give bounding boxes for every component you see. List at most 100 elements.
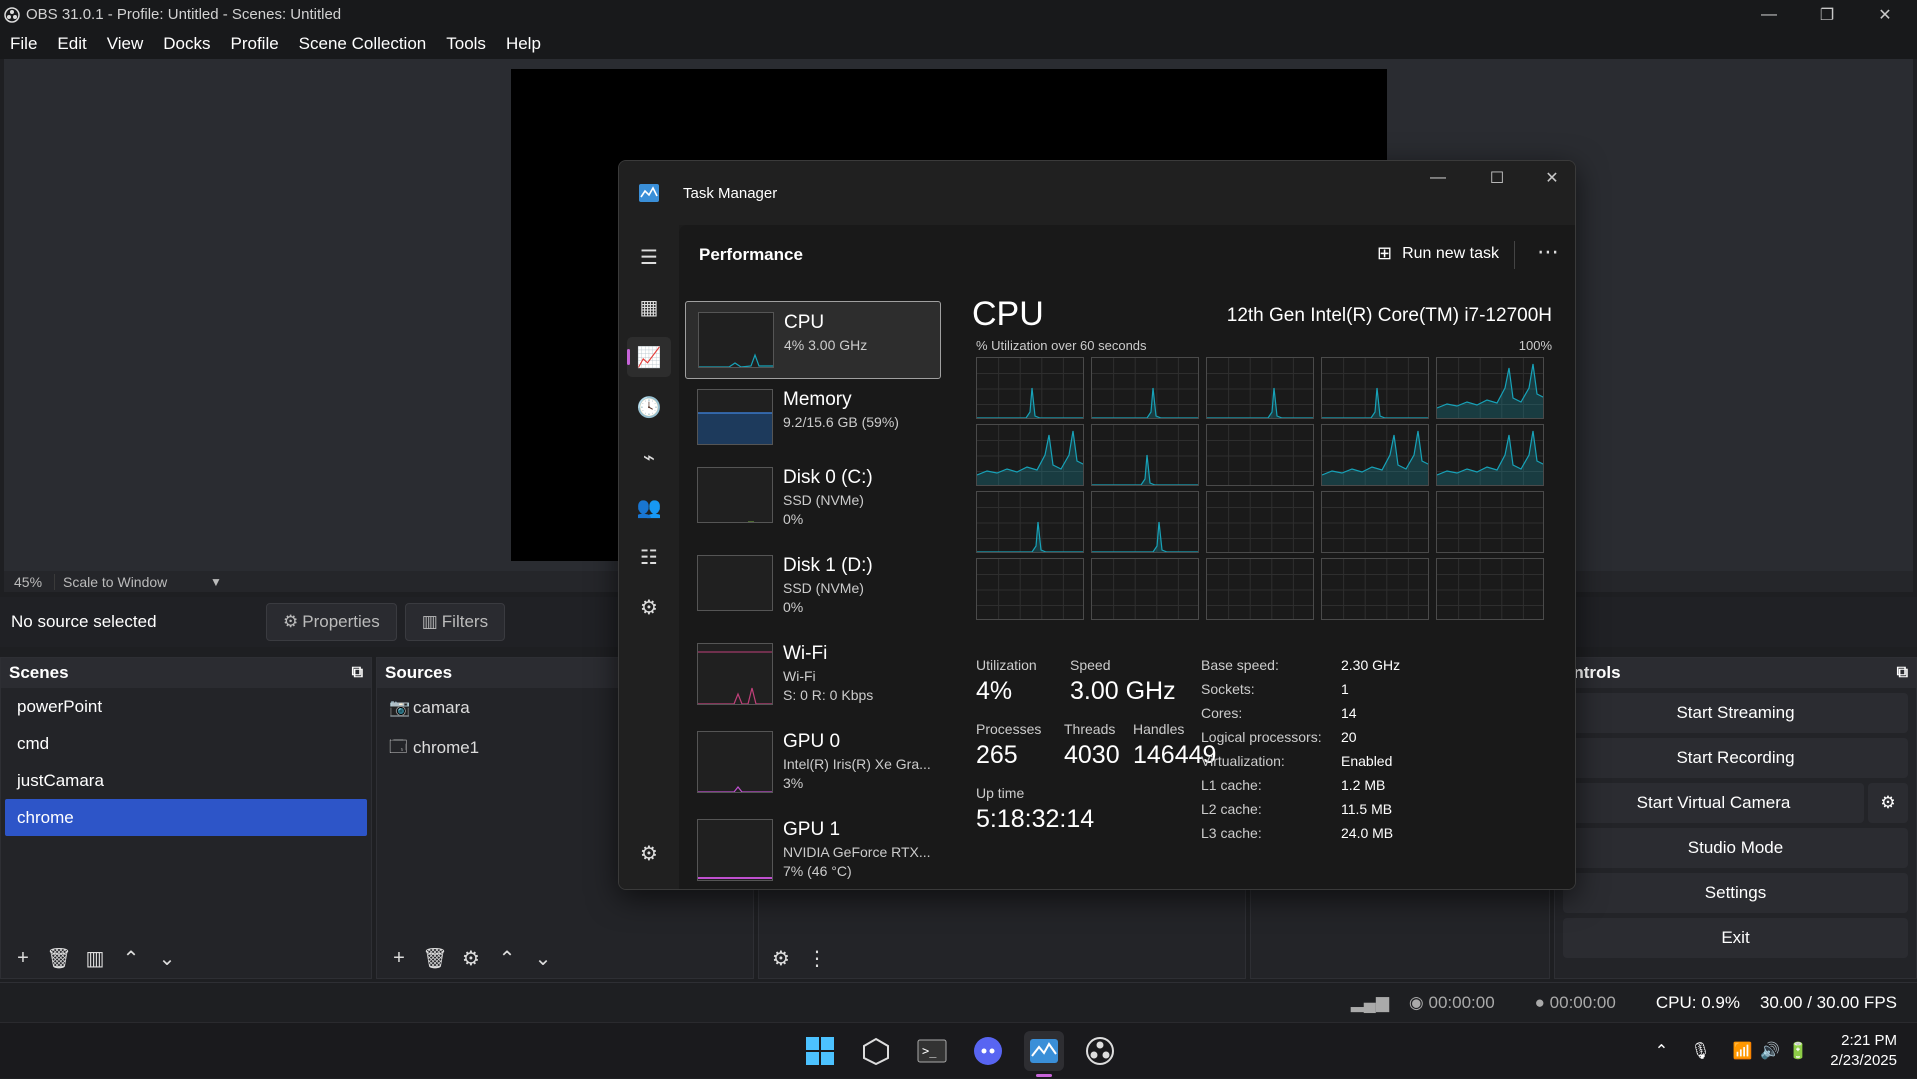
- start-icon[interactable]: [800, 1031, 840, 1071]
- menu-tools[interactable]: Tools: [446, 34, 486, 54]
- terminal-icon[interactable]: >_: [912, 1031, 952, 1071]
- obs-icon[interactable]: [1080, 1031, 1120, 1071]
- settings-gear-icon[interactable]: ⚙: [627, 833, 671, 873]
- minimize-button[interactable]: —: [1740, 0, 1798, 29]
- logical-processor-graph: [1436, 491, 1544, 553]
- logical-processor-graph: [1206, 558, 1314, 620]
- exit-button[interactable]: Exit: [1563, 918, 1908, 958]
- logical-processor-graph: [1436, 558, 1544, 620]
- spec-value: 20: [1341, 729, 1357, 745]
- properties-button[interactable]: ⚙ Properties: [266, 603, 397, 641]
- resource-gpu-0[interactable]: GPU 0 Intel(R) Iris(R) Xe Gra... 3%: [685, 721, 941, 809]
- discord-icon[interactable]: [968, 1031, 1008, 1071]
- resource-gpu-1[interactable]: GPU 1 NVIDIA GeForce RTX... 7% (46 °C): [685, 809, 941, 889]
- start-streaming-button[interactable]: Start Streaming: [1563, 693, 1908, 733]
- task-manager-icon[interactable]: [1024, 1031, 1064, 1077]
- app-history-icon[interactable]: 🕓: [627, 387, 671, 427]
- move-up-icon[interactable]: ⌃: [115, 942, 147, 974]
- resource-cpu[interactable]: CPU 4% 3.00 GHz: [685, 301, 941, 379]
- menu-scene-collection[interactable]: Scene Collection: [299, 34, 427, 54]
- add-icon[interactable]: +: [7, 942, 39, 974]
- app-icon[interactable]: [856, 1031, 896, 1071]
- virtual-camera-row: Start Virtual Camera ⚙: [1555, 778, 1916, 823]
- gear-icon[interactable]: ⚙: [455, 942, 487, 974]
- close-button[interactable]: ✕: [1856, 0, 1914, 29]
- details-icon[interactable]: ☷: [627, 537, 671, 577]
- hamburger-icon[interactable]: ☰: [627, 237, 671, 277]
- volume-icon[interactable]: 🔊: [1760, 1041, 1780, 1061]
- chevron-down-icon[interactable]: ▼: [210, 575, 222, 589]
- filters-button[interactable]: ▥ Filters: [404, 603, 506, 641]
- mixer-toolbar: ⚙ ⋮: [759, 938, 1245, 978]
- trash-icon[interactable]: 🗑: [43, 942, 75, 974]
- more-options-icon[interactable]: ⋯: [1537, 239, 1559, 265]
- services-icon[interactable]: ⚙: [627, 587, 671, 627]
- undock-icon[interactable]: ⧉: [352, 664, 363, 682]
- handles-label: Handles: [1133, 721, 1185, 737]
- run-new-task-button[interactable]: ⊞ Run new task: [1377, 243, 1499, 264]
- tm-minimize-button[interactable]: —: [1409, 161, 1467, 195]
- advanced-audio-icon[interactable]: ⚙: [765, 942, 797, 974]
- menu-edit[interactable]: Edit: [57, 34, 86, 54]
- menu-view[interactable]: View: [107, 34, 144, 54]
- restore-button[interactable]: ❐: [1798, 0, 1856, 29]
- cpu-model: 12th Gen Intel(R) Core(TM) i7-12700H: [1226, 305, 1552, 326]
- menu-help[interactable]: Help: [506, 34, 541, 54]
- scene-item[interactable]: justCamara: [5, 762, 367, 799]
- move-down-icon[interactable]: ⌄: [527, 942, 559, 974]
- fps-readout: 30.00 / 30.00 FPS: [1759, 992, 1897, 1012]
- logical-processor-graph: [1206, 491, 1314, 553]
- menu-profile[interactable]: Profile: [230, 34, 278, 54]
- wifi-icon[interactable]: 📶: [1733, 1041, 1753, 1061]
- obs-titlebar: OBS 31.0.1 - Profile: Untitled - Scenes:…: [0, 0, 1917, 29]
- scene-item[interactable]: cmd: [5, 725, 367, 762]
- move-down-icon[interactable]: ⌄: [151, 942, 183, 974]
- obs-logo-icon: [4, 6, 20, 23]
- stream-status: ◉ 00:00:00: [1408, 992, 1495, 1012]
- startup-apps-icon[interactable]: ⌁: [627, 437, 671, 477]
- scenes-list: powerPoint cmd justCamara chrome: [1, 688, 371, 938]
- tm-maximize-button[interactable]: ☐: [1468, 161, 1526, 195]
- scenes-toolbar: + 🗑 ▥ ⌃ ⌄: [1, 938, 371, 978]
- spec-label: Sockets:: [1201, 681, 1255, 697]
- scene-item[interactable]: powerPoint: [5, 688, 367, 725]
- system-tray: ⌃ 🎙 📶 🔊 🔋 2:21 PM 2/23/2025: [1655, 1023, 1917, 1079]
- spec-value: 1: [1341, 681, 1349, 697]
- undock-icon[interactable]: ⧉: [1897, 664, 1908, 682]
- clock[interactable]: 2:21 PM 2/23/2025: [1830, 1031, 1897, 1071]
- task-manager-title: Task Manager: [683, 184, 778, 202]
- resource-disk-1[interactable]: Disk 1 (D:) SSD (NVMe) 0%: [685, 545, 941, 633]
- resource-disk-0[interactable]: Disk 0 (C:) SSD (NVMe) 0%: [685, 457, 941, 545]
- chevron-up-icon[interactable]: ⌃: [1655, 1041, 1668, 1061]
- menu-file[interactable]: File: [10, 34, 37, 54]
- performance-icon[interactable]: 📈: [627, 337, 671, 377]
- trash-icon[interactable]: 🗑: [419, 942, 451, 974]
- filter-icon[interactable]: ▥: [79, 942, 111, 974]
- menu-docks[interactable]: Docks: [163, 34, 210, 54]
- menu-dots-icon[interactable]: ⋮: [801, 942, 833, 974]
- start-recording-button[interactable]: Start Recording: [1563, 738, 1908, 778]
- processes-icon[interactable]: ▦: [627, 287, 671, 327]
- processes-label: Processes: [976, 721, 1042, 737]
- scene-item-selected[interactable]: chrome: [5, 799, 367, 836]
- battery-icon[interactable]: 🔋: [1788, 1041, 1808, 1061]
- studio-mode-button[interactable]: Studio Mode: [1563, 828, 1908, 868]
- resource-wifi[interactable]: Wi-Fi Wi-Fi S: 0 R: 0 Kbps: [685, 633, 941, 721]
- source-status: No source selected: [11, 612, 157, 631]
- resource-memory[interactable]: Memory 9.2/15.6 GB (59%): [685, 379, 941, 457]
- scenes-dock: Scenes ⧉ powerPoint cmd justCamara chrom…: [0, 657, 372, 979]
- cpu-usage: CPU: 0.9%: [1655, 992, 1740, 1012]
- microphone-icon[interactable]: 🎙: [1690, 1041, 1710, 1061]
- add-icon[interactable]: +: [383, 942, 415, 974]
- gear-icon[interactable]: ⚙: [1868, 783, 1908, 823]
- move-up-icon[interactable]: ⌃: [491, 942, 523, 974]
- settings-button[interactable]: Settings: [1563, 873, 1908, 913]
- task-manager-sidebar: ☰ ▦ 📈 🕓 ⌁ 👥 ☷ ⚙ ⚙: [619, 225, 679, 889]
- cpu-detail-panel: CPU 12th Gen Intel(R) Core(TM) i7-12700H…: [964, 285, 1564, 885]
- tm-close-button[interactable]: ✕: [1527, 161, 1575, 195]
- disk0-thumbnail: [697, 467, 773, 523]
- logical-processor-graph: [976, 357, 1084, 419]
- start-virtual-camera-button[interactable]: Start Virtual Camera: [1563, 783, 1864, 823]
- scale-mode[interactable]: Scale to Window: [54, 573, 210, 590]
- users-icon[interactable]: 👥: [627, 487, 671, 527]
